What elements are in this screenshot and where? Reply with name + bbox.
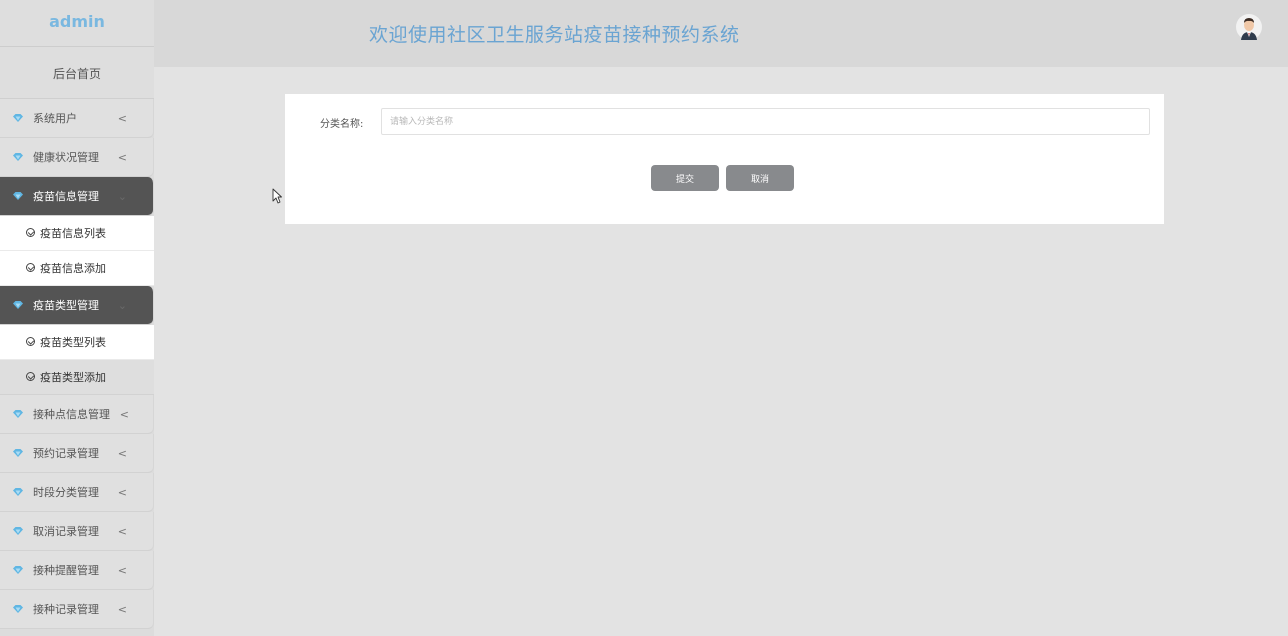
chevron-left-icon: < [117,151,127,164]
submenu-vaccine-type-add[interactable]: 疫苗类型添加 [0,360,154,395]
top-bar: 欢迎使用社区卫生服务站疫苗接种预约系统 [154,0,1288,67]
check-circle-icon [26,228,35,237]
brand-logo: admin [0,0,154,47]
chevron-left-icon: < [117,447,127,460]
sidebar-item-label: 接种记录管理 [33,603,99,616]
sidebar-item-vaccination-records[interactable]: 接种记录管理 < [0,590,154,629]
chevron-left-icon: < [117,564,127,577]
chevron-left-icon: < [117,486,127,499]
submenu-vaccine-info-add[interactable]: 疫苗信息添加 [0,251,154,286]
sidebar: admin 后台首页 系统用户 < 健康状况管理 < 疫苗信息管理 ⌄ 疫苗信息… [0,0,154,636]
sidebar-item-label: 接种提醒管理 [33,564,99,577]
diamond-icon [13,301,23,309]
check-circle-icon [26,372,35,381]
diamond-icon [13,410,23,418]
diamond-icon [13,566,23,574]
mouse-cursor-icon [272,188,282,204]
sidebar-item-cancel-records[interactable]: 取消记录管理 < [0,512,154,551]
chevron-left-icon: < [117,603,127,616]
submit-button[interactable]: 提交 [651,165,719,191]
form-card: 分类名称: 提交 取消 [285,94,1164,224]
sidebar-item-system-users[interactable]: 系统用户 < [0,99,154,138]
page-title: 欢迎使用社区卫生服务站疫苗接种预约系统 [369,24,740,46]
sidebar-item-time-slots[interactable]: 时段分类管理 < [0,473,154,512]
diamond-icon [13,605,23,613]
sidebar-item-label: 预约记录管理 [33,447,99,460]
chevron-left-icon: < [117,112,127,125]
chevron-left-icon: < [119,408,129,421]
home-link[interactable]: 后台首页 [0,47,154,99]
diamond-icon [13,449,23,457]
submenu-label: 疫苗信息列表 [40,227,106,240]
cancel-button[interactable]: 取消 [726,165,794,191]
sidebar-item-vaccine-info[interactable]: 疫苗信息管理 ⌄ [0,177,154,216]
sidebar-item-label: 取消记录管理 [33,525,99,538]
submenu-vaccine-type-list[interactable]: 疫苗类型列表 [0,325,154,360]
chevron-left-icon: < [117,525,127,538]
sidebar-item-vaccine-type[interactable]: 疫苗类型管理 ⌄ [0,286,154,325]
user-avatar-icon[interactable] [1236,13,1262,41]
sidebar-item-label: 系统用户 [33,112,77,125]
check-circle-icon [26,263,35,272]
sidebar-item-appointment-records[interactable]: 预约记录管理 < [0,434,154,473]
sidebar-item-label: 疫苗信息管理 [33,190,99,203]
submenu-label: 疫苗类型列表 [40,336,106,349]
chevron-down-icon: ⌄ [117,190,127,203]
sidebar-item-label: 健康状况管理 [33,151,99,164]
sidebar-item-label: 疫苗类型管理 [33,299,99,312]
diamond-icon [13,527,23,535]
check-circle-icon [26,337,35,346]
category-name-input[interactable] [381,108,1150,135]
category-name-label: 分类名称: [320,119,364,130]
sidebar-item-vaccination-site[interactable]: 接种点信息管理 < [0,395,154,434]
diamond-icon [13,192,23,200]
sidebar-item-label: 时段分类管理 [33,486,99,499]
submenu-label: 疫苗信息添加 [40,262,106,275]
sidebar-menu: 系统用户 < 健康状况管理 < 疫苗信息管理 ⌄ 疫苗信息列表 疫苗信息添加 疫… [0,99,154,629]
diamond-icon [13,488,23,496]
chevron-down-icon: ⌄ [117,299,127,312]
sidebar-item-label: 接种点信息管理 [33,408,110,421]
diamond-icon [13,153,23,161]
diamond-icon [13,114,23,122]
submenu-vaccine-info-list[interactable]: 疫苗信息列表 [0,216,154,251]
submenu-label: 疫苗类型添加 [40,371,106,384]
sidebar-item-vaccination-reminders[interactable]: 接种提醒管理 < [0,551,154,590]
sidebar-item-health-status[interactable]: 健康状况管理 < [0,138,154,177]
